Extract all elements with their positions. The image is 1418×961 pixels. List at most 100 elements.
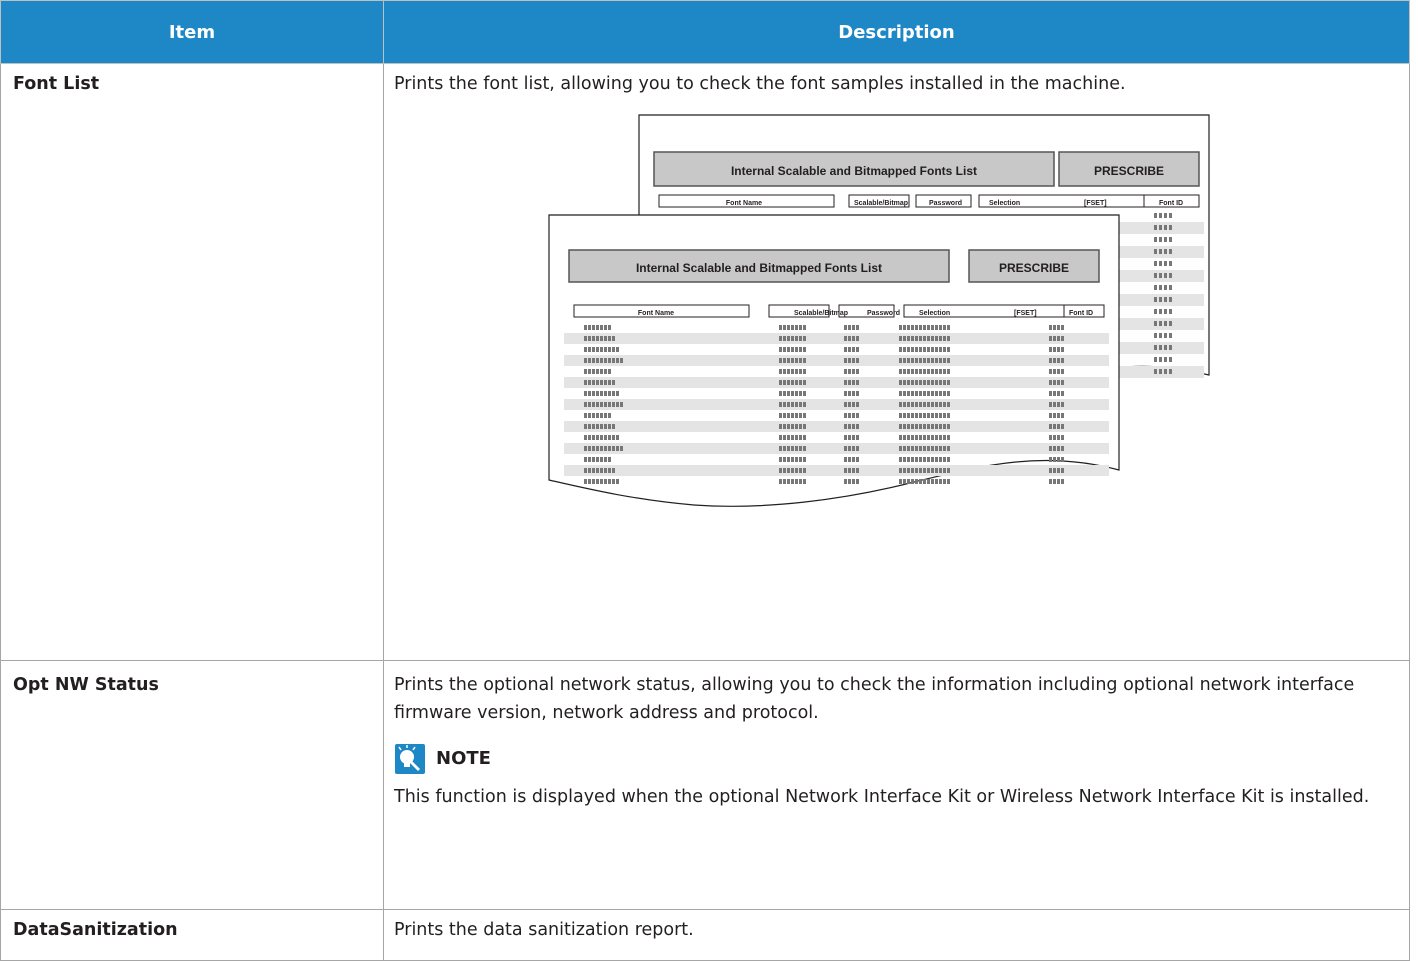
front-cell-glyph bbox=[911, 336, 914, 341]
front-cell-glyph bbox=[608, 468, 611, 473]
back-cell-glyph bbox=[1164, 297, 1167, 302]
front-cell-glyph bbox=[1057, 424, 1060, 429]
front-cell-glyph bbox=[799, 325, 802, 330]
front-cell-glyph bbox=[907, 457, 910, 462]
description-cell-font-list: Prints the font list, allowing you to ch… bbox=[383, 63, 1410, 661]
front-cell-glyph bbox=[852, 479, 855, 484]
front-cell-glyph bbox=[1049, 402, 1052, 407]
front-cell-glyph bbox=[907, 479, 910, 484]
front-cell-glyph bbox=[939, 457, 942, 462]
front-cell-glyph bbox=[903, 402, 906, 407]
back-cell-glyph bbox=[1169, 285, 1172, 290]
front-cell-glyph bbox=[1057, 369, 1060, 374]
front-cell-glyph bbox=[592, 402, 595, 407]
back-cell-glyph bbox=[1154, 237, 1157, 242]
front-cell-glyph bbox=[604, 446, 607, 451]
front-cell-glyph bbox=[795, 446, 798, 451]
front-cell-glyph bbox=[923, 424, 926, 429]
front-cell-glyph bbox=[584, 391, 587, 396]
front-cell-glyph bbox=[1057, 380, 1060, 385]
front-cell-glyph bbox=[852, 413, 855, 418]
front-cell-glyph bbox=[612, 446, 615, 451]
front-cell-glyph bbox=[600, 336, 603, 341]
front-cell-glyph bbox=[612, 402, 615, 407]
front-cell-glyph bbox=[899, 336, 902, 341]
back-page-title: Internal Scalable and Bitmapped Fonts Li… bbox=[731, 164, 977, 178]
front-cell-glyph bbox=[899, 435, 902, 440]
back-cell-glyph bbox=[1154, 249, 1157, 254]
front-cell-glyph bbox=[1061, 391, 1064, 396]
front-cell-glyph bbox=[584, 413, 587, 418]
item-font-list: Font List bbox=[0, 63, 384, 661]
front-cell-glyph bbox=[588, 424, 591, 429]
front-cell-glyph bbox=[899, 402, 902, 407]
front-cell-glyph bbox=[1057, 391, 1060, 396]
front-cell-glyph bbox=[903, 380, 906, 385]
front-cell-glyph bbox=[779, 435, 782, 440]
back-cell-glyph bbox=[1169, 273, 1172, 278]
front-cell-glyph bbox=[923, 369, 926, 374]
front-cell-glyph bbox=[852, 391, 855, 396]
front-cell-glyph bbox=[596, 479, 599, 484]
front-row-band bbox=[564, 399, 1109, 410]
front-cell-glyph bbox=[947, 424, 950, 429]
front-cell-glyph bbox=[947, 336, 950, 341]
front-cell-glyph bbox=[931, 457, 934, 462]
front-cell-glyph bbox=[915, 358, 918, 363]
front-cell-glyph bbox=[1053, 325, 1056, 330]
front-cell-glyph bbox=[919, 402, 922, 407]
front-cell-glyph bbox=[588, 457, 591, 462]
front-cell-glyph bbox=[612, 358, 615, 363]
back-cell-glyph bbox=[1154, 225, 1157, 230]
front-cell-glyph bbox=[923, 336, 926, 341]
front-cell-glyph bbox=[608, 457, 611, 462]
front-cell-glyph bbox=[844, 402, 847, 407]
front-cell-glyph bbox=[844, 468, 847, 473]
back-cell-glyph bbox=[1164, 357, 1167, 362]
font-list-illustration: Internal Scalable and Bitmapped Fonts Li… bbox=[544, 110, 1234, 520]
back-column-label: Font ID bbox=[1159, 200, 1183, 207]
front-cell-glyph bbox=[1061, 358, 1064, 363]
front-cell-glyph bbox=[604, 402, 607, 407]
front-cell-glyph bbox=[779, 347, 782, 352]
front-cell-glyph bbox=[943, 369, 946, 374]
front-cell-glyph bbox=[596, 380, 599, 385]
front-cell-glyph bbox=[1061, 424, 1064, 429]
front-cell-glyph bbox=[592, 391, 595, 396]
back-cell-glyph bbox=[1164, 261, 1167, 266]
front-cell-glyph bbox=[592, 325, 595, 330]
front-cell-glyph bbox=[620, 446, 623, 451]
back-cell-glyph bbox=[1154, 357, 1157, 362]
front-cell-glyph bbox=[608, 413, 611, 418]
front-cell-glyph bbox=[903, 457, 906, 462]
front-cell-glyph bbox=[783, 446, 786, 451]
front-cell-glyph bbox=[911, 369, 914, 374]
front-cell-glyph bbox=[592, 369, 595, 374]
front-cell-glyph bbox=[584, 358, 587, 363]
front-cell-glyph bbox=[899, 479, 902, 484]
front-cell-glyph bbox=[791, 413, 794, 418]
front-cell-glyph bbox=[608, 358, 611, 363]
front-cell-glyph bbox=[919, 457, 922, 462]
front-cell-glyph bbox=[856, 325, 859, 330]
front-cell-glyph bbox=[596, 413, 599, 418]
front-cell-glyph bbox=[931, 413, 934, 418]
back-cell-glyph bbox=[1164, 273, 1167, 278]
front-cell-glyph bbox=[795, 358, 798, 363]
front-cell-glyph bbox=[799, 457, 802, 462]
front-cell-glyph bbox=[943, 446, 946, 451]
front-cell-glyph bbox=[799, 391, 802, 396]
front-cell-glyph bbox=[923, 435, 926, 440]
back-cell-glyph bbox=[1164, 285, 1167, 290]
front-cell-glyph bbox=[907, 435, 910, 440]
front-cell-glyph bbox=[947, 358, 950, 363]
front-cell-glyph bbox=[779, 358, 782, 363]
front-cell-glyph bbox=[799, 369, 802, 374]
front-cell-glyph bbox=[923, 347, 926, 352]
front-cell-glyph bbox=[1049, 358, 1052, 363]
back-cell-glyph bbox=[1154, 285, 1157, 290]
front-cell-glyph bbox=[1053, 468, 1056, 473]
back-cell-glyph bbox=[1164, 249, 1167, 254]
back-cell-glyph bbox=[1159, 333, 1162, 338]
back-cell-glyph bbox=[1164, 345, 1167, 350]
